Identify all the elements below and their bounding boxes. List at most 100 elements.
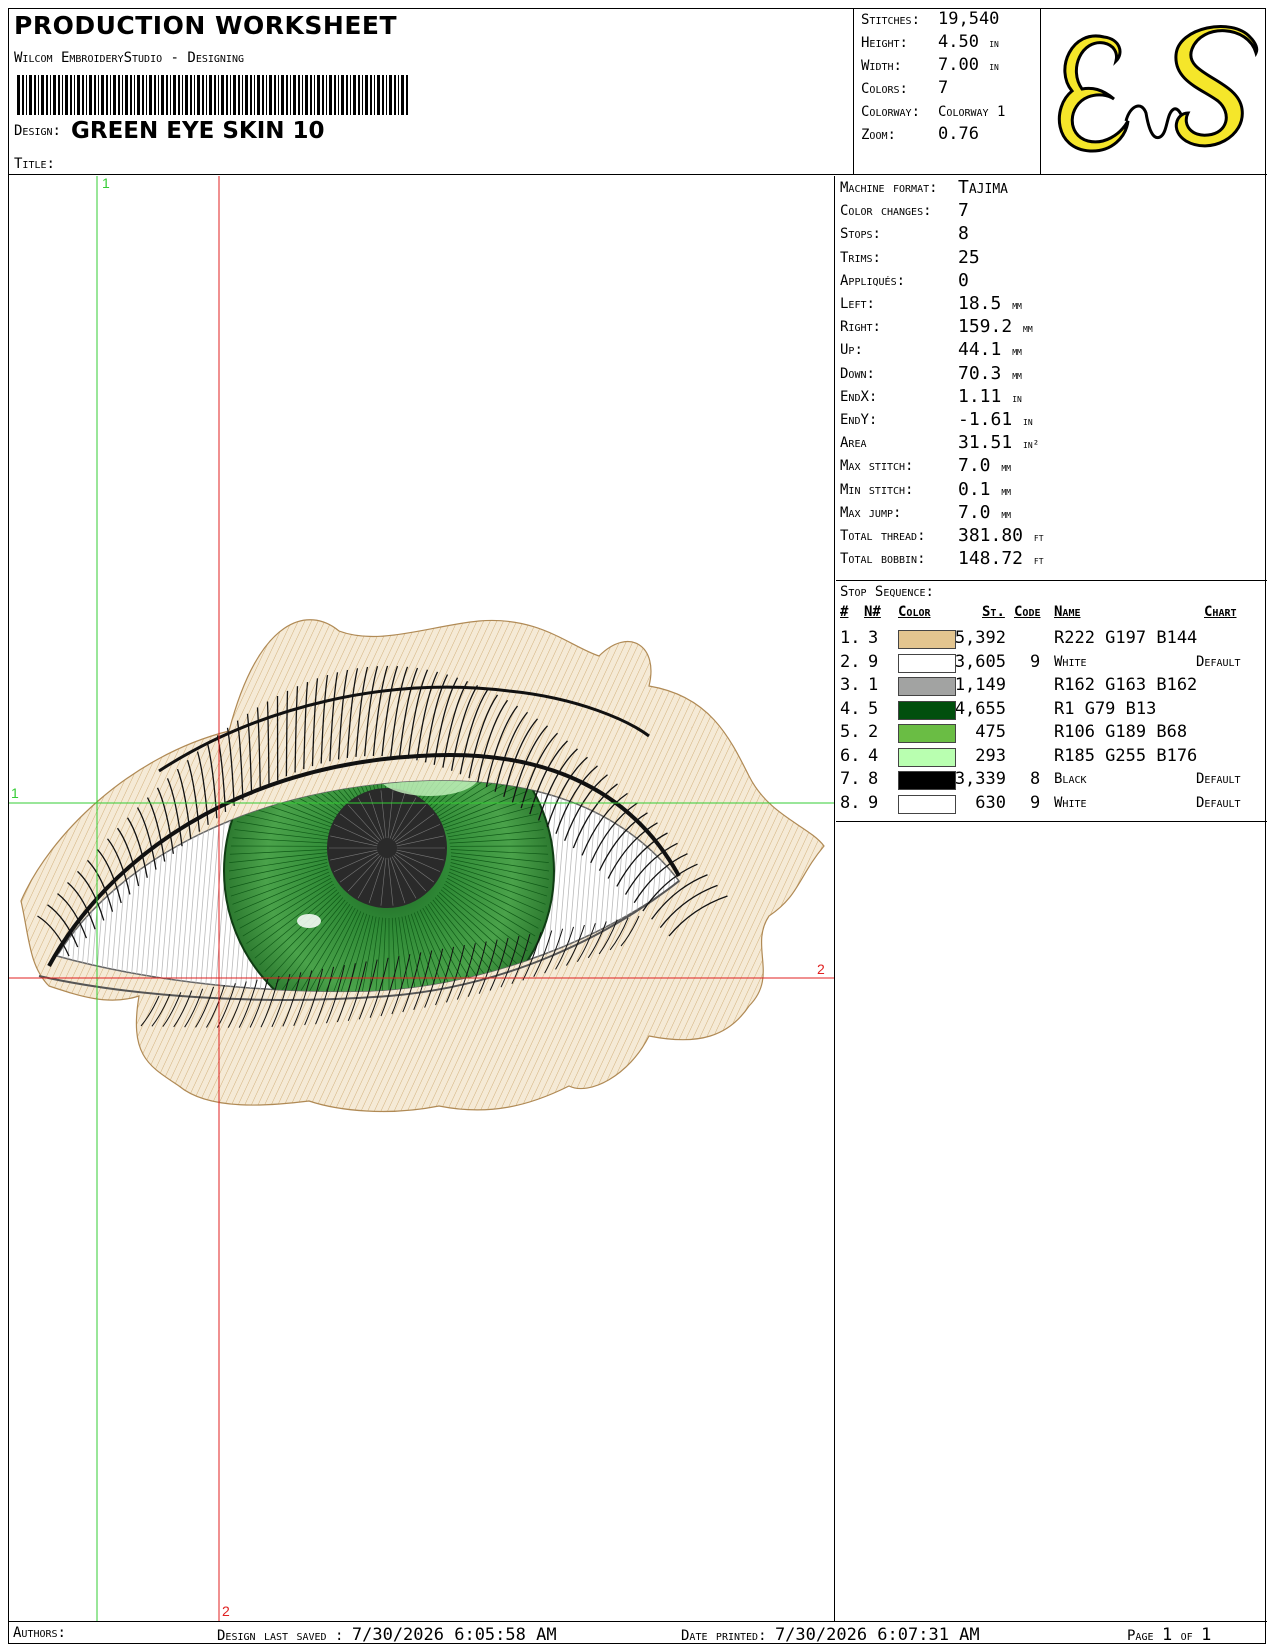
guide-marker-right: 2 <box>817 961 825 977</box>
info-row: Area 31.51 in² <box>840 432 1039 453</box>
last-saved: Design last saved : 7/30/2026 6:05:58 AM <box>217 1625 557 1645</box>
stop-st: 475 <box>975 722 1006 742</box>
stat-colors: Colors: 7 <box>861 78 949 98</box>
info-row: Min stitch: 0.1 mm <box>840 479 1011 500</box>
stop-name: White <box>1054 653 1087 670</box>
stop-name: R222 G197 B144 <box>1054 628 1198 648</box>
info-label: Color changes: <box>840 203 932 220</box>
stop-num: 1. <box>840 628 861 648</box>
stop-name: Black <box>1054 771 1087 787</box>
info-label: Stops: <box>840 226 881 243</box>
header-left-panel: PRODUCTION WORKSHEET Wilcom EmbroiderySt… <box>9 9 854 175</box>
authors-label: Authors: <box>13 1625 66 1641</box>
stop-code: 9 <box>1030 792 1041 813</box>
info-value: 18.5 mm <box>958 293 1022 314</box>
stop-chart: Default <box>1196 771 1241 787</box>
info-row: Total bobbin: 148.72 ft <box>840 548 1044 569</box>
stop-n: 8 <box>868 769 879 789</box>
stop-row: 8. 9 630 9 White Default <box>836 791 1267 815</box>
worksheet-footer: Authors: Design last saved : 7/30/2026 6… <box>9 1621 1267 1645</box>
col-header-color: Color <box>898 604 931 620</box>
stop-st: 3,605 <box>954 651 1006 672</box>
stop-n: 9 <box>868 792 879 813</box>
stop-n: 1 <box>868 675 879 695</box>
worksheet-content: 1 1 2 2 Machine format: Tajima Color chan… <box>9 176 1267 1621</box>
color-swatch <box>898 794 956 814</box>
info-row: Max stitch: 7.0 mm <box>840 455 1011 476</box>
col-header-needle: N# <box>864 604 881 620</box>
info-label: Machine format: <box>840 180 938 196</box>
info-label: Area <box>840 435 867 452</box>
stop-num: 8. <box>840 792 861 813</box>
info-label: EndX: <box>840 388 878 405</box>
info-value: 25 <box>958 246 980 268</box>
software-subtitle: Wilcom EmbroideryStudio - Designing <box>14 50 244 66</box>
info-label: EndY: <box>840 412 878 428</box>
info-value: 31.51 in² <box>958 432 1040 454</box>
stop-row: 3. 1 1,149 R162 G163 B162 <box>836 673 1267 697</box>
stop-code: 9 <box>1030 651 1041 672</box>
worksheet-title: PRODUCTION WORKSHEET <box>14 11 398 40</box>
guide-marker-top: 1 <box>102 176 110 191</box>
stat-zoom: Zoom: 0.76 <box>861 124 979 144</box>
col-header-num: # <box>840 604 849 620</box>
stop-n: 5 <box>868 698 879 719</box>
design-preview: 1 1 2 2 <box>9 176 835 1621</box>
stop-st: 293 <box>975 745 1006 766</box>
info-label: Total thread: <box>840 528 926 544</box>
info-row: Down: 70.3 mm <box>840 363 1022 384</box>
info-value: 7.0 mm <box>958 455 1011 477</box>
ens-logo <box>1057 25 1259 153</box>
guide-marker-left: 1 <box>11 785 19 801</box>
stop-sequence-panel: Stop Sequence: # N# Color St. Code Name … <box>836 582 1267 822</box>
color-swatch <box>898 747 956 767</box>
stop-code: 8 <box>1030 769 1041 789</box>
stop-name: R1 G79 B13 <box>1054 698 1157 719</box>
page-indicator: Page 1 of 1 <box>1127 1625 1212 1645</box>
color-swatch <box>898 653 956 673</box>
stop-name: R106 G189 B68 <box>1054 722 1188 742</box>
stop-num: 4. <box>840 698 861 719</box>
stat-stitches: Stitches: 19,540 <box>861 9 1000 29</box>
info-row: Appliqués: 0 <box>840 270 969 291</box>
color-swatch <box>898 724 956 743</box>
stop-n: 3 <box>868 628 879 648</box>
col-header-chart: Chart <box>1204 604 1237 620</box>
info-value: 1.11 in <box>958 385 1022 407</box>
design-name: GREEN EYE SKIN 10 <box>71 118 325 144</box>
info-label: Right: <box>840 319 881 336</box>
info-label: Down: <box>840 365 875 382</box>
info-value: 8 <box>958 223 969 245</box>
stop-num: 5. <box>840 722 861 742</box>
info-row: Machine format: Tajima <box>840 177 1008 198</box>
stop-st: 4,655 <box>954 698 1006 719</box>
stop-n: 9 <box>868 651 879 672</box>
info-row: Right: 159.2 mm <box>840 316 1033 337</box>
stop-chart: Default <box>1196 653 1241 670</box>
worksheet-frame: PRODUCTION WORKSHEET Wilcom EmbroiderySt… <box>8 8 1267 1645</box>
info-label: Trims: <box>840 249 881 266</box>
info-row: Up: 44.1 mm <box>840 339 1022 360</box>
info-row: Max jump: 7.0 mm <box>840 502 1011 523</box>
barcode <box>17 75 408 115</box>
info-row: Trims: 25 <box>840 247 980 268</box>
eye-embroidery-preview: 1 1 2 2 <box>9 176 834 1621</box>
date-printed: Date printed: 7/30/2026 6:07:31 AM <box>681 1625 980 1645</box>
stat-height: Height: 4.50 in <box>861 32 999 52</box>
info-value: 44.1 mm <box>958 339 1022 361</box>
stop-name: White <box>1054 794 1087 811</box>
info-value: 0.1 mm <box>958 478 1011 500</box>
stat-width: Width: 7.00 in <box>861 55 999 75</box>
stop-n: 2 <box>868 722 879 742</box>
info-value: 7 <box>958 200 969 222</box>
col-header-code: Code <box>1014 604 1041 620</box>
info-row: Total thread: 381.80 ft <box>840 525 1044 546</box>
info-value: 148.72 ft <box>958 548 1044 570</box>
stop-name: R162 G163 B162 <box>1054 675 1198 695</box>
header-stats-panel: Stitches: 19,540 Height: 4.50 in Width: 7.0… <box>855 9 1041 175</box>
info-value: -1.61 in <box>958 409 1033 430</box>
stop-row: 2. 9 3,605 9 White Default <box>836 650 1267 674</box>
stop-row: 1. 3 5,392 R222 G197 B144 <box>836 626 1267 650</box>
title-label: Title: <box>14 156 55 172</box>
stop-num: 2. <box>840 651 861 672</box>
